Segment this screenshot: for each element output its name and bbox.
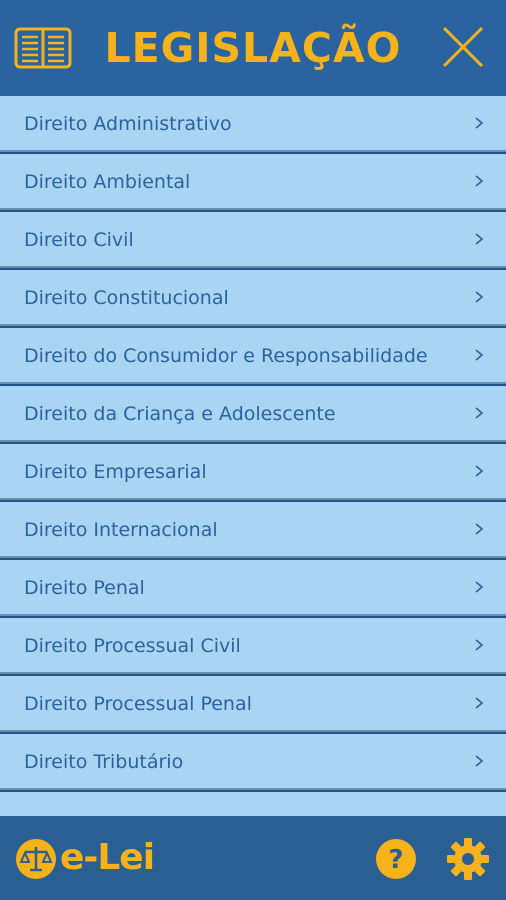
list-item-label: Direito Penal [24,577,145,599]
chevron-right-icon [475,465,484,477]
list-item-partial[interactable] [0,792,506,816]
page-title: LEGISLAÇÃO [104,24,402,72]
logo-text: e-Lei [60,837,155,878]
list-item[interactable]: Direito Empresarial [0,444,506,500]
list-item[interactable]: Direito Penal [0,560,506,616]
chevron-right-icon [475,175,484,187]
list-item[interactable]: Direito Ambiental [0,154,506,210]
list-item-label: Direito Administrativo [24,113,232,135]
close-icon[interactable] [440,24,486,70]
app-header: LEGISLAÇÃO [0,0,506,96]
list-item-label: Direito Empresarial [24,461,207,483]
list-item[interactable]: Direito da Criança e Adolescente [0,386,506,442]
chevron-right-icon [475,349,484,361]
chevron-right-icon [475,581,484,593]
list-item-label: Direito Civil [24,229,134,251]
list-item[interactable]: Direito Administrativo [0,96,506,152]
list-item-label: Direito Internacional [24,519,218,541]
list-item-label: Direito Ambiental [24,171,191,193]
scales-icon [16,839,56,879]
help-icon[interactable]: ? [374,837,418,881]
app-footer: e-Lei ? [0,816,506,900]
list-item[interactable]: Direito Tributário [0,734,506,790]
svg-text:?: ? [388,845,403,875]
list-item-label: Direito Processual Penal [24,693,252,715]
list-item-label: Direito do Consumidor e Responsabilidade [24,345,428,367]
list-item-label: Direito da Criança e Adolescente [24,403,336,425]
chevron-right-icon [475,697,484,709]
legislation-list[interactable]: Direito Administrativo Direito Ambiental… [0,96,506,816]
chevron-right-icon [475,291,484,303]
list-item[interactable]: Direito Processual Civil [0,618,506,674]
list-item[interactable]: Direito Constitucional [0,270,506,326]
list-item[interactable]: Direito Civil [0,212,506,268]
list-item-label: Direito Processual Civil [24,635,241,657]
chevron-right-icon [475,639,484,651]
chevron-right-icon [475,407,484,419]
chevron-right-icon [475,755,484,767]
list-item[interactable]: Direito Internacional [0,502,506,558]
chevron-right-icon [475,117,484,129]
list-item-label: Direito Constitucional [24,287,229,309]
list-item[interactable]: Direito do Consumidor e Responsabilidade [0,328,506,384]
gear-icon[interactable] [446,837,490,881]
list-item[interactable]: Direito Processual Penal [0,676,506,732]
chevron-right-icon [475,523,484,535]
list-item-label: Direito Tributário [24,751,184,773]
chevron-right-icon [475,233,484,245]
